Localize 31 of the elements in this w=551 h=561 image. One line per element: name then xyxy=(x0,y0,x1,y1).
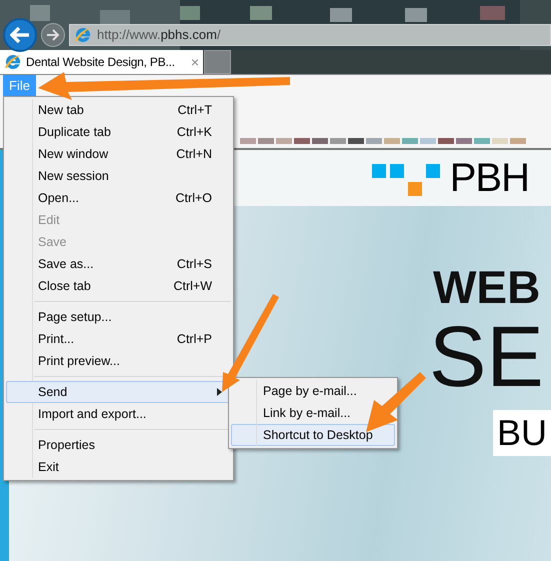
logo-text: PBH xyxy=(450,158,530,198)
browser-tab[interactable]: Dental Website Design, PB... × xyxy=(0,50,203,74)
menu-item[interactable]: Properties xyxy=(6,434,231,456)
menu-item[interactable]: Print... Ctrl+P xyxy=(6,328,231,350)
submenu-arrow-icon xyxy=(217,388,222,396)
menu-item[interactable]: New window Ctrl+N xyxy=(6,143,231,165)
browser-logo-icon xyxy=(73,25,93,45)
menu-item[interactable]: New session xyxy=(6,165,231,187)
submenu-item[interactable]: Shortcut to Desktop xyxy=(231,424,395,446)
menu-item[interactable]: Page setup... xyxy=(6,306,231,328)
tab-title: Dental Website Design, PB... xyxy=(26,54,176,71)
back-arrow-icon xyxy=(10,26,30,44)
tab-close-button[interactable]: × xyxy=(190,52,199,72)
menu-item[interactable]: Exit xyxy=(6,456,231,478)
url-text: http://www.pbhs.com/ xyxy=(97,26,221,44)
menu-item[interactable]: Send xyxy=(6,381,231,403)
forward-arrow-icon xyxy=(46,29,60,41)
hero-subheading: SE xyxy=(429,314,544,400)
address-bar[interactable]: http://www.pbhs.com/ xyxy=(69,24,551,46)
menu-item[interactable]: New tab Ctrl+T xyxy=(6,99,231,121)
menu-item[interactable]: Print preview... xyxy=(6,350,231,372)
annotation-arrow xyxy=(366,372,426,432)
menu-item[interactable]: Save as... Ctrl+S xyxy=(6,253,231,275)
menu-item[interactable]: Open... Ctrl+O xyxy=(6,187,231,209)
menu-item[interactable]: Import and export... xyxy=(6,403,231,425)
submenu-item[interactable]: Page by e-mail... xyxy=(231,380,395,402)
browser-logo-icon xyxy=(3,52,23,72)
menu-item[interactable]: Duplicate tab Ctrl+K xyxy=(6,121,231,143)
hero-button[interactable]: BU xyxy=(492,410,551,456)
hero-heading: WEB xyxy=(433,264,540,310)
menu-item[interactable]: Close tab Ctrl+W xyxy=(6,275,231,297)
